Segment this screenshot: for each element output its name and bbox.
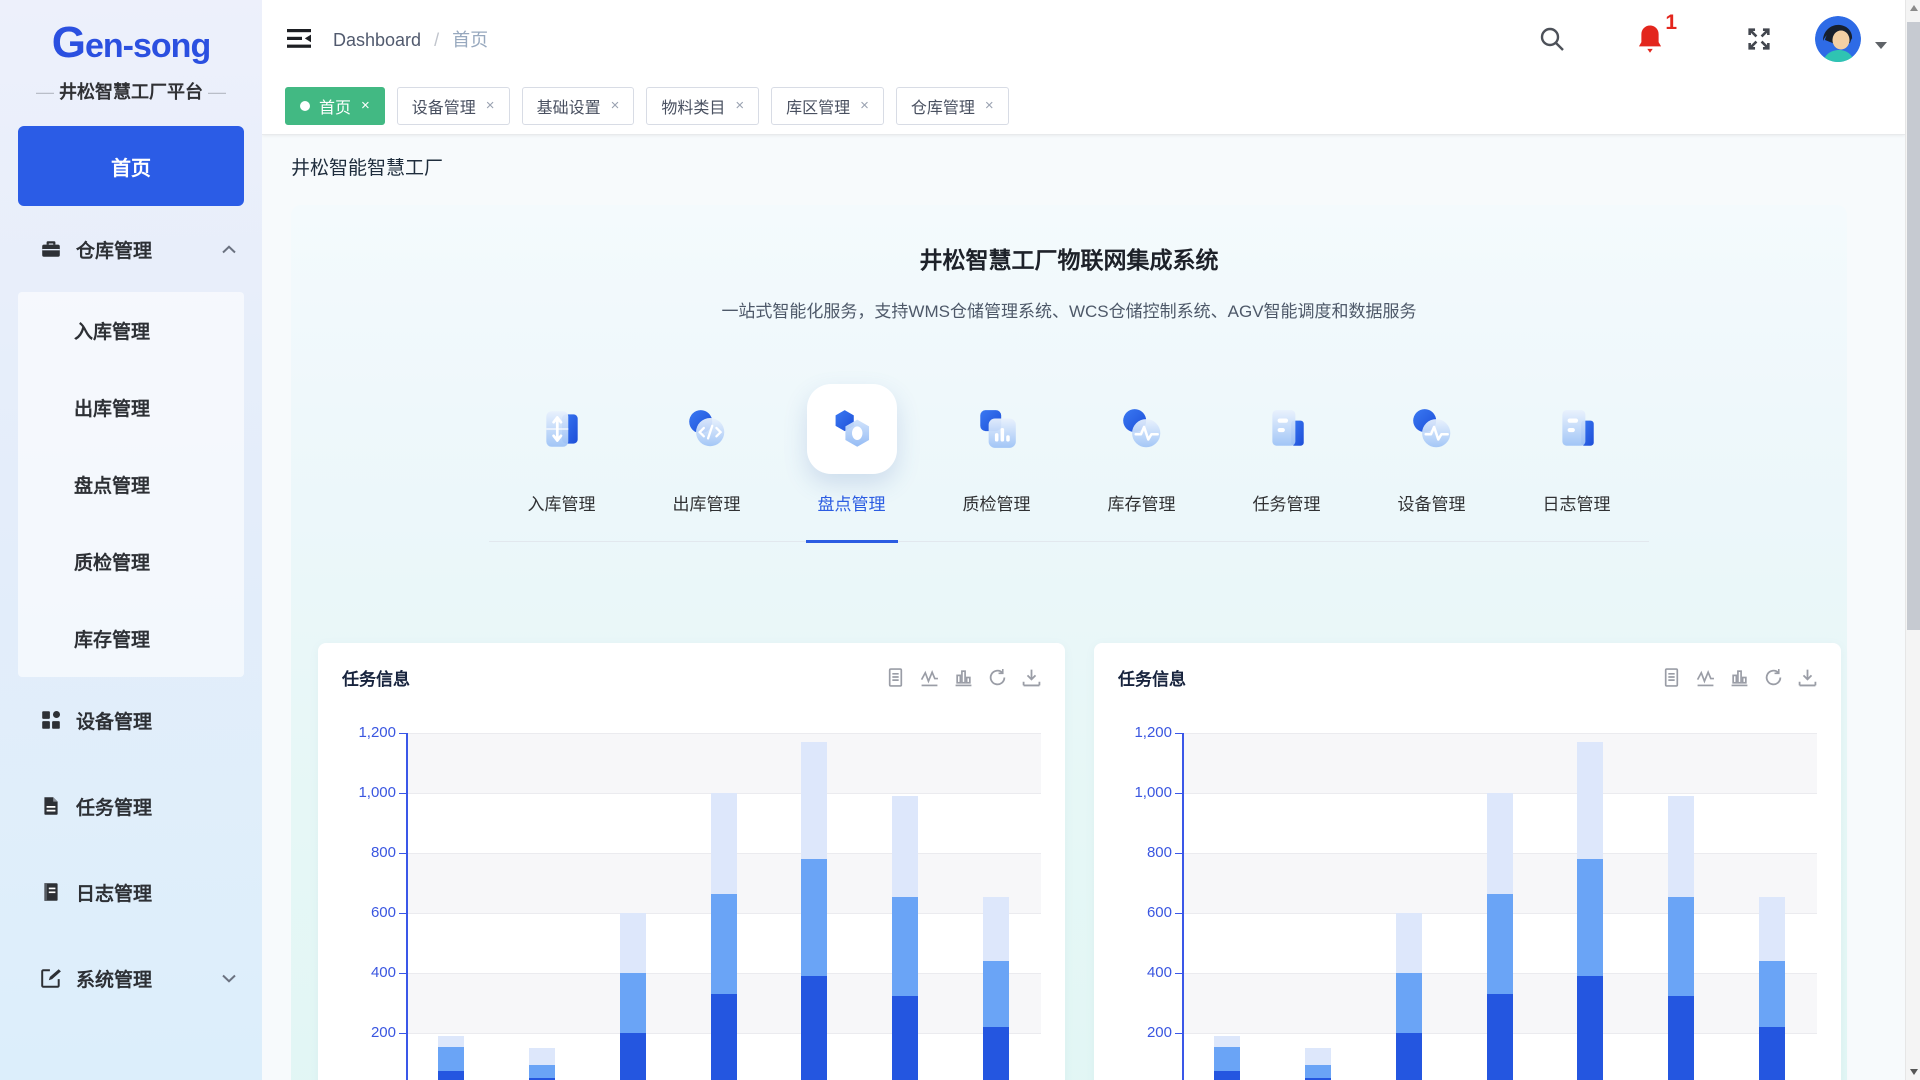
tab-bar: 首页 × 设备管理 × 基础设置 × 物料类目 × 库区管理 × 仓库管理 × (262, 77, 1905, 135)
tab-home[interactable]: 首页 × (285, 87, 385, 125)
bell-icon[interactable]: 1 (1635, 23, 1665, 55)
active-dot (300, 101, 310, 111)
task-info-card-1: 任务信息 2004006008001,0001,200 (318, 643, 1065, 1080)
fullscreen-icon[interactable] (1745, 25, 1773, 53)
module-inbound[interactable]: 入库管理 (489, 384, 634, 515)
scrollbar-thumb[interactable] (1907, 22, 1920, 630)
stocktake-icon (829, 406, 875, 452)
close-icon[interactable]: × (611, 97, 620, 114)
module-log[interactable]: 日志管理 (1504, 384, 1649, 515)
bar-chart-icon[interactable] (1730, 668, 1749, 687)
data-view-icon[interactable] (886, 668, 905, 687)
notebook-icon (40, 881, 62, 903)
sidebar-item-stocktake[interactable]: 盘点管理 (18, 446, 244, 523)
sidebar: Gen-song — 井松智慧工厂平台 — 首页 仓库管理 入库管理 出库管理 … (0, 0, 262, 1080)
sidebar-item-warehouse[interactable]: 仓库管理 (0, 206, 262, 292)
sidebar-item-outbound[interactable]: 出库管理 (18, 369, 244, 446)
tab-material-category[interactable]: 物料类目 × (646, 87, 759, 125)
close-icon[interactable]: × (735, 97, 744, 114)
close-icon[interactable]: × (361, 97, 370, 114)
module-inventory[interactable]: 库存管理 (1069, 384, 1214, 515)
quality-icon (974, 406, 1020, 452)
log-icon (1554, 406, 1600, 452)
tab-warehouse[interactable]: 仓库管理 × (896, 87, 1009, 125)
close-icon[interactable]: × (985, 97, 994, 114)
notification-badge: 1 (1665, 11, 1677, 35)
close-icon[interactable]: × (486, 97, 495, 114)
main-content: 井松智能智慧工厂 井松智慧工厂物联网集成系统 一站式智能化服务，支持WMS仓储管… (262, 135, 1905, 1080)
scroll-down-icon[interactable] (1906, 1064, 1920, 1080)
breadcrumb: Dashboard / 首页 (333, 26, 488, 52)
card-title: 任务信息 (342, 665, 410, 690)
download-icon[interactable] (1022, 668, 1041, 687)
module-quality[interactable]: 质检管理 (924, 384, 1069, 515)
refresh-icon[interactable] (1764, 668, 1783, 687)
sidebar-item-inbound[interactable]: 入库管理 (18, 292, 244, 369)
sidebar-item-log[interactable]: 日志管理 (0, 849, 262, 935)
sidebar-item-quality[interactable]: 质检管理 (18, 523, 244, 600)
inbound-icon (539, 406, 585, 452)
chart-toolbox (1662, 668, 1817, 687)
hero-panel: 井松智慧工厂物联网集成系统 一站式智能化服务，支持WMS仓储管理系统、WCS仓储… (291, 205, 1847, 1080)
module-active-underline (806, 540, 898, 543)
refresh-icon[interactable] (988, 668, 1007, 687)
breadcrumb-dashboard[interactable]: Dashboard (333, 30, 421, 50)
module-stocktake[interactable]: 盘点管理 (779, 384, 924, 515)
vertical-scrollbar[interactable] (1905, 0, 1920, 1080)
sidebar-item-home[interactable]: 首页 (18, 126, 244, 206)
bar-chart-icon[interactable] (954, 668, 973, 687)
document-icon (40, 795, 62, 817)
app-logo: Gen-song — 井松智慧工厂平台 — (0, 0, 262, 104)
tab-storage-area[interactable]: 库区管理 × (771, 87, 884, 125)
sidebar-item-task[interactable]: 任务管理 (0, 763, 262, 849)
logo-letter: G (52, 18, 85, 67)
app-subtitle: — 井松智慧工厂平台 — (0, 78, 262, 104)
grid-icon (40, 709, 62, 731)
caret-down-icon[interactable] (1875, 42, 1887, 49)
avatar[interactable] (1815, 16, 1861, 62)
module-nav: 入库管理 出库管理 盘点管理 (489, 384, 1649, 542)
data-view-icon[interactable] (1662, 668, 1681, 687)
top-header: Dashboard / 首页 1 (262, 0, 1905, 77)
briefcase-icon (40, 238, 62, 260)
scroll-up-icon[interactable] (1906, 0, 1920, 16)
line-chart-icon[interactable] (1696, 668, 1715, 687)
task-info-card-2: 任务信息 2004006008001,0001,200 (1094, 643, 1841, 1080)
sidebar-item-inventory[interactable]: 库存管理 (18, 600, 244, 677)
tab-device[interactable]: 设备管理 × (397, 87, 510, 125)
module-device[interactable]: 设备管理 (1359, 384, 1504, 515)
stacked-bar-chart: 2004006008001,0001,200 (318, 643, 1065, 1080)
line-chart-icon[interactable] (920, 668, 939, 687)
collapse-sidebar-icon[interactable] (287, 29, 311, 48)
chevron-up-icon (222, 245, 236, 254)
page-title: 井松智能智慧工厂 (291, 153, 443, 180)
breadcrumb-home: 首页 (452, 30, 488, 50)
search-icon[interactable] (1539, 26, 1565, 52)
sidebar-item-device[interactable]: 设备管理 (0, 677, 262, 763)
chart-toolbox (886, 668, 1041, 687)
task-icon (1264, 406, 1310, 452)
device-icon (1409, 406, 1455, 452)
download-icon[interactable] (1798, 668, 1817, 687)
outbound-icon (684, 406, 730, 452)
stacked-bar-chart: 2004006008001,0001,200 (1094, 643, 1841, 1080)
hero-title: 井松智慧工厂物联网集成系统 (291, 205, 1847, 275)
chevron-down-icon (222, 974, 236, 983)
hero-subtitle: 一站式智能化服务，支持WMS仓储管理系统、WCS仓储控制系统、AGV智能调度和数… (291, 297, 1847, 322)
tab-basic-settings[interactable]: 基础设置 × (522, 87, 635, 125)
warehouse-submenu: 入库管理 出库管理 盘点管理 质检管理 库存管理 (18, 292, 244, 677)
edit-icon (40, 967, 62, 989)
module-outbound[interactable]: 出库管理 (634, 384, 779, 515)
close-icon[interactable]: × (860, 97, 869, 114)
inventory-icon (1119, 406, 1165, 452)
sidebar-item-system[interactable]: 系统管理 (0, 935, 262, 1021)
module-task[interactable]: 任务管理 (1214, 384, 1359, 515)
card-title: 任务信息 (1118, 665, 1186, 690)
